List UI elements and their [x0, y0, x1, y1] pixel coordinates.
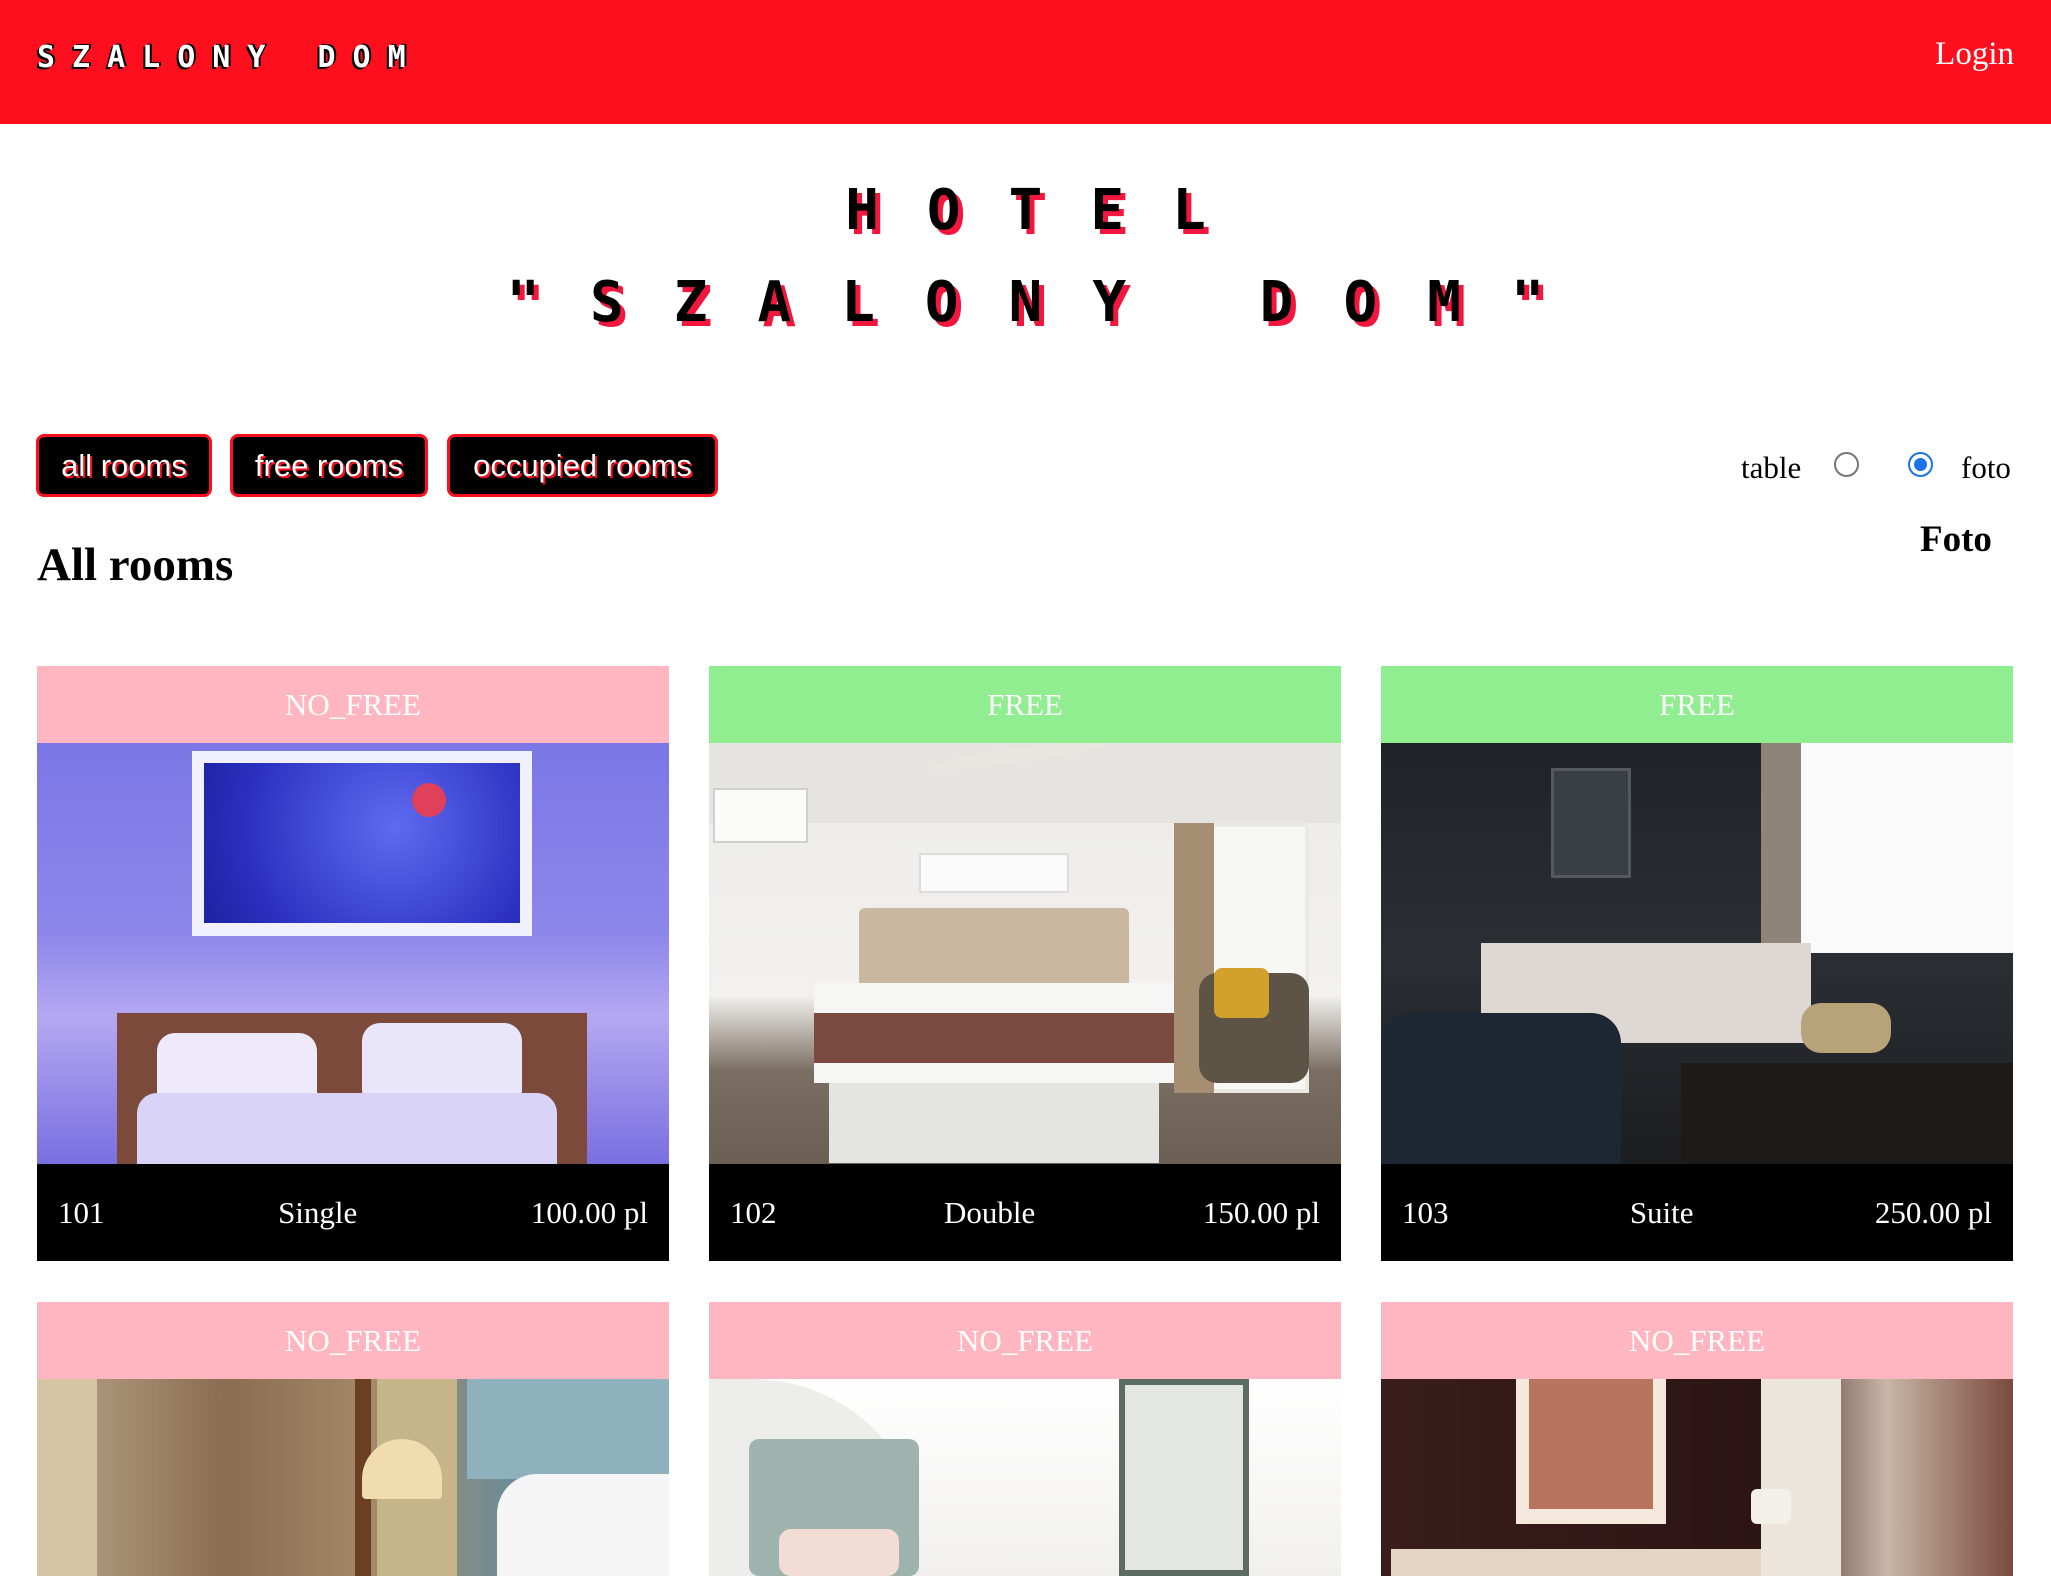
- room-photo: [1381, 1379, 2013, 1576]
- room-photo: [37, 1379, 669, 1576]
- room-status-badge: NO_FREE: [1381, 1302, 2013, 1379]
- hero-title-line1: HOTEL: [845, 178, 1254, 243]
- page-title: All rooms: [37, 539, 234, 591]
- room-card[interactable]: FREE 102 Double 150.00 pl: [709, 666, 1341, 1261]
- hero-title-line2: "SZALONY DOM": [506, 270, 1595, 335]
- room-number: 102: [730, 1194, 777, 1230]
- room-number: 101: [58, 1194, 105, 1230]
- room-number: 103: [1402, 1194, 1449, 1230]
- room-card[interactable]: NO_FREE: [709, 1302, 1341, 1576]
- room-info-bar: 101 Single 100.00 pl: [37, 1164, 669, 1261]
- occupied-rooms-button[interactable]: occupied rooms: [447, 434, 718, 497]
- room-price: 150.00 pl: [1202, 1194, 1320, 1230]
- room-status-badge: FREE: [1381, 666, 2013, 743]
- room-card[interactable]: FREE 103 Suite 250.00 pl: [1381, 666, 2013, 1261]
- room-photo: [1381, 743, 2013, 1164]
- view-mode-title: Foto: [1920, 519, 1992, 560]
- room-info-bar: 103 Suite 250.00 pl: [1381, 1164, 2013, 1261]
- room-status-badge: NO_FREE: [37, 666, 669, 743]
- room-status-badge: FREE: [709, 666, 1341, 743]
- room-type: Suite: [1629, 1194, 1694, 1230]
- all-rooms-button[interactable]: all rooms: [36, 434, 212, 497]
- login-link[interactable]: Login: [1935, 36, 2014, 73]
- room-photo: [37, 743, 669, 1164]
- table-view-radio[interactable]: [1834, 452, 1859, 477]
- room-price: 250.00 pl: [1874, 1194, 1992, 1230]
- room-status-badge: NO_FREE: [37, 1302, 669, 1379]
- room-card[interactable]: NO_FREE: [37, 1302, 669, 1576]
- room-card[interactable]: NO_FREE: [1381, 1302, 2013, 1576]
- free-rooms-button[interactable]: free rooms: [230, 434, 428, 497]
- room-price: 100.00 pl: [530, 1194, 648, 1230]
- top-navbar: SZALONY DOM Login: [0, 0, 2051, 124]
- table-view-label: table: [1741, 450, 1802, 485]
- room-photo: [709, 1379, 1341, 1576]
- room-info-bar: 102 Double 150.00 pl: [709, 1164, 1341, 1261]
- room-photo: [709, 743, 1341, 1164]
- room-status-badge: NO_FREE: [709, 1302, 1341, 1379]
- foto-view-label: foto: [1961, 450, 2011, 485]
- brand-logo[interactable]: SZALONY DOM: [37, 40, 423, 75]
- room-type: Single: [278, 1194, 358, 1230]
- room-card[interactable]: NO_FREE 101 Single 100.00 pl: [37, 666, 669, 1261]
- foto-view-radio[interactable]: [1908, 452, 1933, 477]
- room-type: Double: [944, 1194, 1036, 1230]
